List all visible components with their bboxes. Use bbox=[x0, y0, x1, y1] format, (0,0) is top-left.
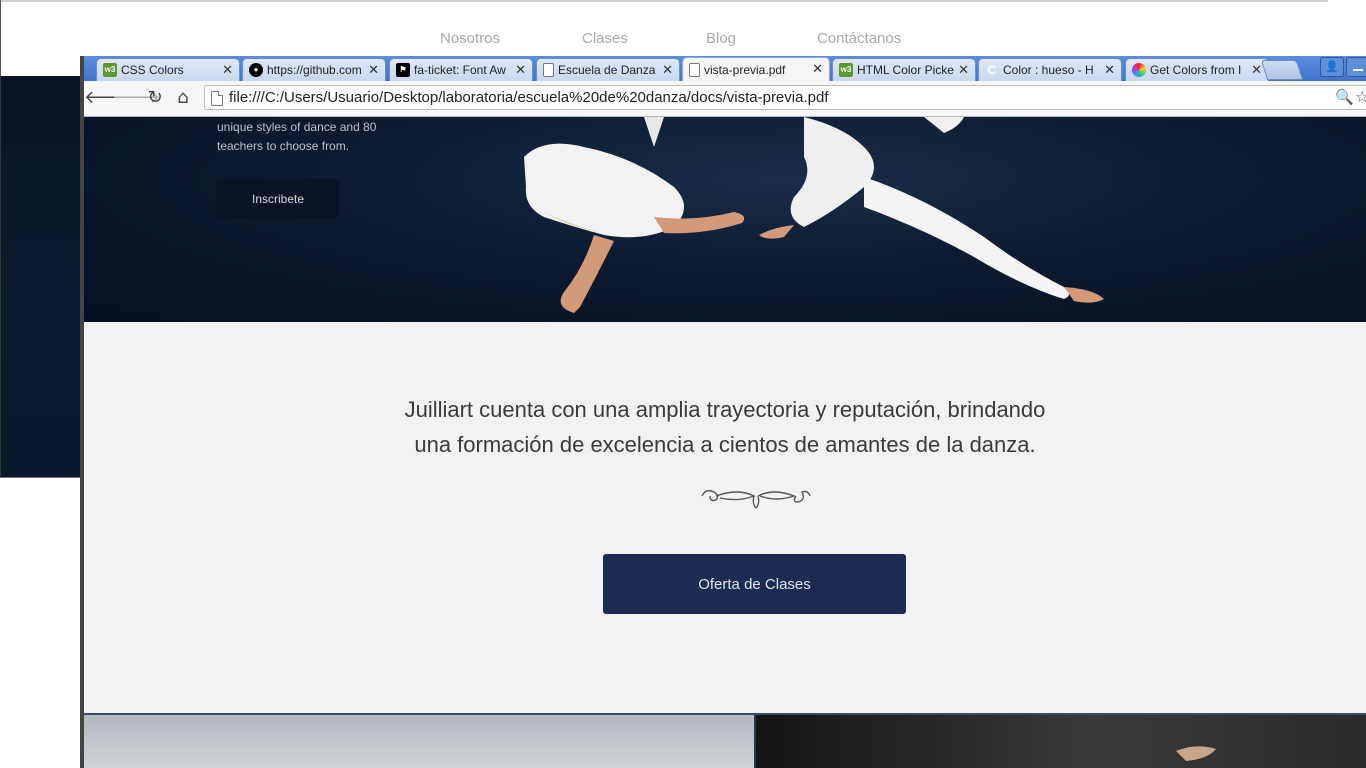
page-icon bbox=[211, 91, 223, 106]
home-icon[interactable]: ⌂ bbox=[170, 86, 196, 110]
tab-label: Escuela de Danza bbox=[558, 63, 656, 77]
outer-nav-blog[interactable]: Blog bbox=[706, 30, 736, 47]
tab-label: vista-previa.pdf bbox=[704, 62, 786, 77]
close-icon[interactable]: ✕ bbox=[1104, 62, 1115, 78]
fontawesome-flag-icon: ⚑ bbox=[396, 63, 410, 77]
tab-vista-previa[interactable]: vista-previa.pdf ✕ bbox=[682, 57, 830, 81]
close-icon[interactable]: ✕ bbox=[662, 62, 673, 78]
profile-icon[interactable]: 👤 bbox=[1320, 57, 1344, 77]
minimize-button[interactable] bbox=[1346, 57, 1366, 77]
close-icon[interactable]: ✕ bbox=[958, 62, 969, 78]
tab-escuela-de-danza[interactable]: Escuela de Danza ✕ bbox=[536, 58, 680, 81]
tab-html-color-picker[interactable]: w3 HTML Color Picke ✕ bbox=[832, 58, 976, 81]
page-content: unique styles of dance and 80 teachers t… bbox=[84, 117, 1366, 768]
outer-nav-clases[interactable]: Clases bbox=[582, 30, 628, 47]
about-section: Juilliart cuenta con una amplia trayecto… bbox=[84, 322, 1366, 715]
zoom-icon[interactable]: 🔍 bbox=[1335, 88, 1354, 106]
new-tab-button[interactable] bbox=[1260, 60, 1304, 80]
tab-strip: w3 CSS Colors ✕ ● https://github.com ✕ ⚑… bbox=[84, 56, 1366, 81]
gallery-section bbox=[84, 715, 1366, 768]
hero-description: unique styles of dance and 80 teachers t… bbox=[217, 120, 377, 153]
oferta-de-clases-button[interactable]: Oferta de Clases bbox=[603, 554, 906, 614]
tab-color-hueso[interactable]: C Color : hueso - H ✕ bbox=[978, 58, 1122, 81]
back-arrow-icon[interactable]: 🡐 bbox=[84, 86, 132, 110]
outer-hero-strip bbox=[0, 76, 80, 478]
outer-nav: Nosotros Clases Blog Contáctanos bbox=[0, 30, 1366, 50]
about-text: Juilliart cuenta con una amplia trayecto… bbox=[84, 392, 1366, 462]
browser-toolbar: 🡐 🡒 ↻ ⌂ file:///C:/Users/Usuario/Desktop… bbox=[84, 81, 1366, 117]
inscribete-button[interactable]: Inscribete bbox=[217, 179, 339, 218]
close-icon[interactable]: ✕ bbox=[515, 62, 526, 78]
url-text[interactable]: file:///C:/Users/Usuario/Desktop/laborat… bbox=[229, 89, 828, 106]
close-icon[interactable]: ✕ bbox=[1251, 62, 1262, 78]
page-icon bbox=[689, 62, 700, 77]
tab-css-colors[interactable]: w3 CSS Colors ✕ bbox=[96, 58, 240, 81]
close-icon[interactable]: ✕ bbox=[368, 62, 379, 78]
about-line-1: Juilliart cuenta con una amplia trayecto… bbox=[404, 397, 1046, 422]
loading-icon: C bbox=[987, 63, 997, 77]
forward-arrow-icon[interactable]: 🡒 bbox=[112, 86, 160, 110]
close-icon[interactable]: ✕ bbox=[812, 61, 823, 77]
address-bar[interactable]: file:///C:/Users/Usuario/Desktop/laborat… bbox=[204, 85, 1366, 110]
gallery-image-left bbox=[84, 715, 756, 768]
tab-get-colors[interactable]: Get Colors from I ✕ bbox=[1125, 58, 1269, 81]
about-line-2: una formación de excelencia a cientos de… bbox=[414, 432, 1036, 457]
dancers-image bbox=[524, 117, 1104, 313]
outer-nav-nosotros[interactable]: Nosotros bbox=[440, 30, 500, 47]
outer-nav-contactanos[interactable]: Contáctanos bbox=[817, 30, 901, 47]
color-wheel-icon bbox=[1132, 63, 1146, 77]
bookmark-star-icon[interactable]: ☆ bbox=[1355, 87, 1366, 106]
browser-window: w3 CSS Colors ✕ ● https://github.com ✕ ⚑… bbox=[80, 56, 1366, 768]
w3-icon: w3 bbox=[103, 63, 117, 77]
tab-github[interactable]: ● https://github.com ✕ bbox=[242, 58, 386, 81]
tab-fa-ticket[interactable]: ⚑ fa-ticket: Font Aw ✕ bbox=[389, 58, 533, 81]
w3-icon: w3 bbox=[839, 63, 853, 77]
github-icon: ● bbox=[249, 63, 263, 77]
reload-icon[interactable]: ↻ bbox=[142, 86, 168, 110]
flourish-ornament-icon bbox=[701, 489, 811, 509]
gallery-image-right bbox=[756, 715, 1366, 768]
close-icon[interactable]: ✕ bbox=[222, 62, 233, 78]
page-icon bbox=[543, 63, 554, 77]
outer-page-top-border bbox=[0, 0, 1328, 2]
hero-section: unique styles of dance and 80 teachers t… bbox=[84, 117, 1366, 322]
